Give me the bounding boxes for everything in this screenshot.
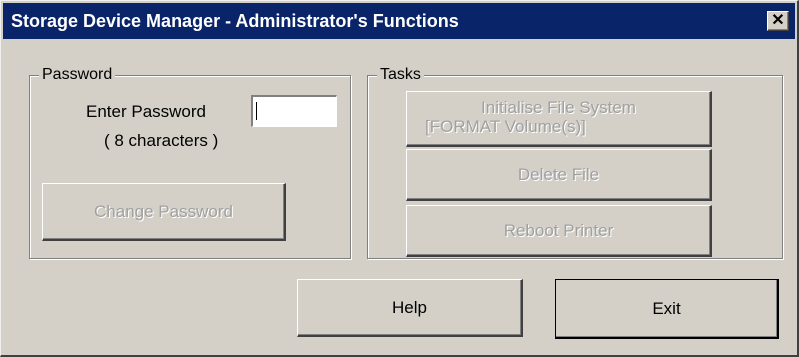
dialog-window: Storage Device Manager - Administrator's… — [0, 0, 799, 357]
change-password-button[interactable]: Change Password — [42, 183, 286, 241]
window-title: Storage Device Manager - Administrator's… — [11, 11, 459, 31]
reboot-printer-button[interactable]: Reboot Printer — [406, 205, 712, 257]
tasks-group-legend: Tasks — [377, 65, 424, 85]
password-hint: ( 8 characters ) — [104, 131, 219, 150]
text-caret — [256, 102, 257, 120]
initialise-file-system-button[interactable]: Initialise File System [FORMAT Volume(s)… — [406, 91, 712, 147]
delete-file-button[interactable]: Delete File — [406, 149, 712, 201]
help-button[interactable]: Help — [297, 279, 523, 337]
change-password-label: Change Password — [94, 201, 233, 221]
initialise-label-line1: Initialise File System — [481, 98, 636, 117]
close-button[interactable]: ✕ — [767, 11, 789, 31]
exit-label: Exit — [652, 298, 681, 318]
enter-password-label: Enter Password — [86, 102, 206, 121]
password-input[interactable] — [251, 95, 337, 127]
reboot-printer-label: Reboot Printer — [503, 220, 614, 240]
password-group-legend: Password — [39, 65, 116, 85]
delete-file-label: Delete File — [517, 164, 600, 184]
title-bar[interactable]: Storage Device Manager - Administrator's… — [3, 3, 795, 39]
initialise-label-line2: [FORMAT Volume(s)] — [425, 117, 586, 136]
close-icon: ✕ — [771, 12, 785, 29]
help-label: Help — [392, 297, 427, 317]
exit-button[interactable]: Exit — [555, 279, 779, 339]
